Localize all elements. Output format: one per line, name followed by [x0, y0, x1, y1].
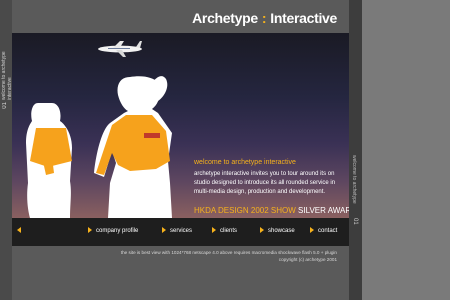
- back-arrow-icon[interactable]: [17, 227, 21, 233]
- brand-name-part2: Interactive: [270, 10, 337, 26]
- arrow-right-icon: [310, 227, 314, 233]
- brand-separator: :: [261, 10, 267, 26]
- man-figure: [94, 76, 172, 218]
- nav-bar: company profile services clients showcas…: [12, 218, 349, 246]
- left-strip-text: welcome to archetype interactive: [1, 51, 13, 100]
- brand-title: Archetype: Interactive: [192, 10, 337, 26]
- woman-figure: [26, 103, 72, 218]
- nav-services[interactable]: services: [162, 227, 192, 234]
- nav-label: clients: [220, 228, 238, 234]
- award-line: HKDA DESIGN 2002 SHOW SILVER AWARD: [194, 206, 357, 215]
- nav-clients[interactable]: clients: [212, 227, 237, 234]
- left-strip-number: 01: [2, 102, 8, 109]
- brand-name-part1: Archetype: [192, 10, 258, 26]
- nav-label: company profile: [96, 228, 139, 234]
- welcome-heading: welcome to archetype interactive: [194, 159, 296, 166]
- page-frame: welcome to archetype interactive 01 Arch…: [0, 0, 450, 300]
- page-gutter: [362, 0, 450, 300]
- left-side-strip: welcome to archetype interactive 01: [0, 0, 13, 300]
- arrow-right-icon: [88, 227, 92, 233]
- header: Archetype: Interactive: [12, 0, 349, 33]
- footer-browser-note: the site is best view with 1024*768 nets…: [120, 250, 337, 255]
- award-show: HKDA DESIGN 2002 SHOW: [194, 206, 296, 215]
- footer: the site is best view with 1024*768 nets…: [12, 246, 349, 300]
- arrow-right-icon: [212, 227, 216, 233]
- intro-text: archetype interactive invites you to tou…: [194, 171, 336, 195]
- right-strip-number: 01: [352, 218, 358, 225]
- nav-label: contact: [318, 228, 338, 234]
- airplane-icon: [98, 41, 142, 57]
- right-strip-text: welcome to archetype: [351, 155, 357, 204]
- nav-showcase[interactable]: showcase: [260, 227, 295, 234]
- footer-copyright: copyright (c) archetype 2001: [278, 257, 337, 262]
- nav-contact[interactable]: contact: [310, 227, 337, 234]
- arrow-right-icon: [162, 227, 166, 233]
- nav-company-profile[interactable]: company profile: [88, 227, 138, 234]
- nav-label: services: [170, 228, 193, 234]
- arrow-right-icon: [260, 227, 264, 233]
- nav-label: showcase: [268, 228, 295, 234]
- right-side-strip: welcome to archetype 01: [349, 0, 362, 300]
